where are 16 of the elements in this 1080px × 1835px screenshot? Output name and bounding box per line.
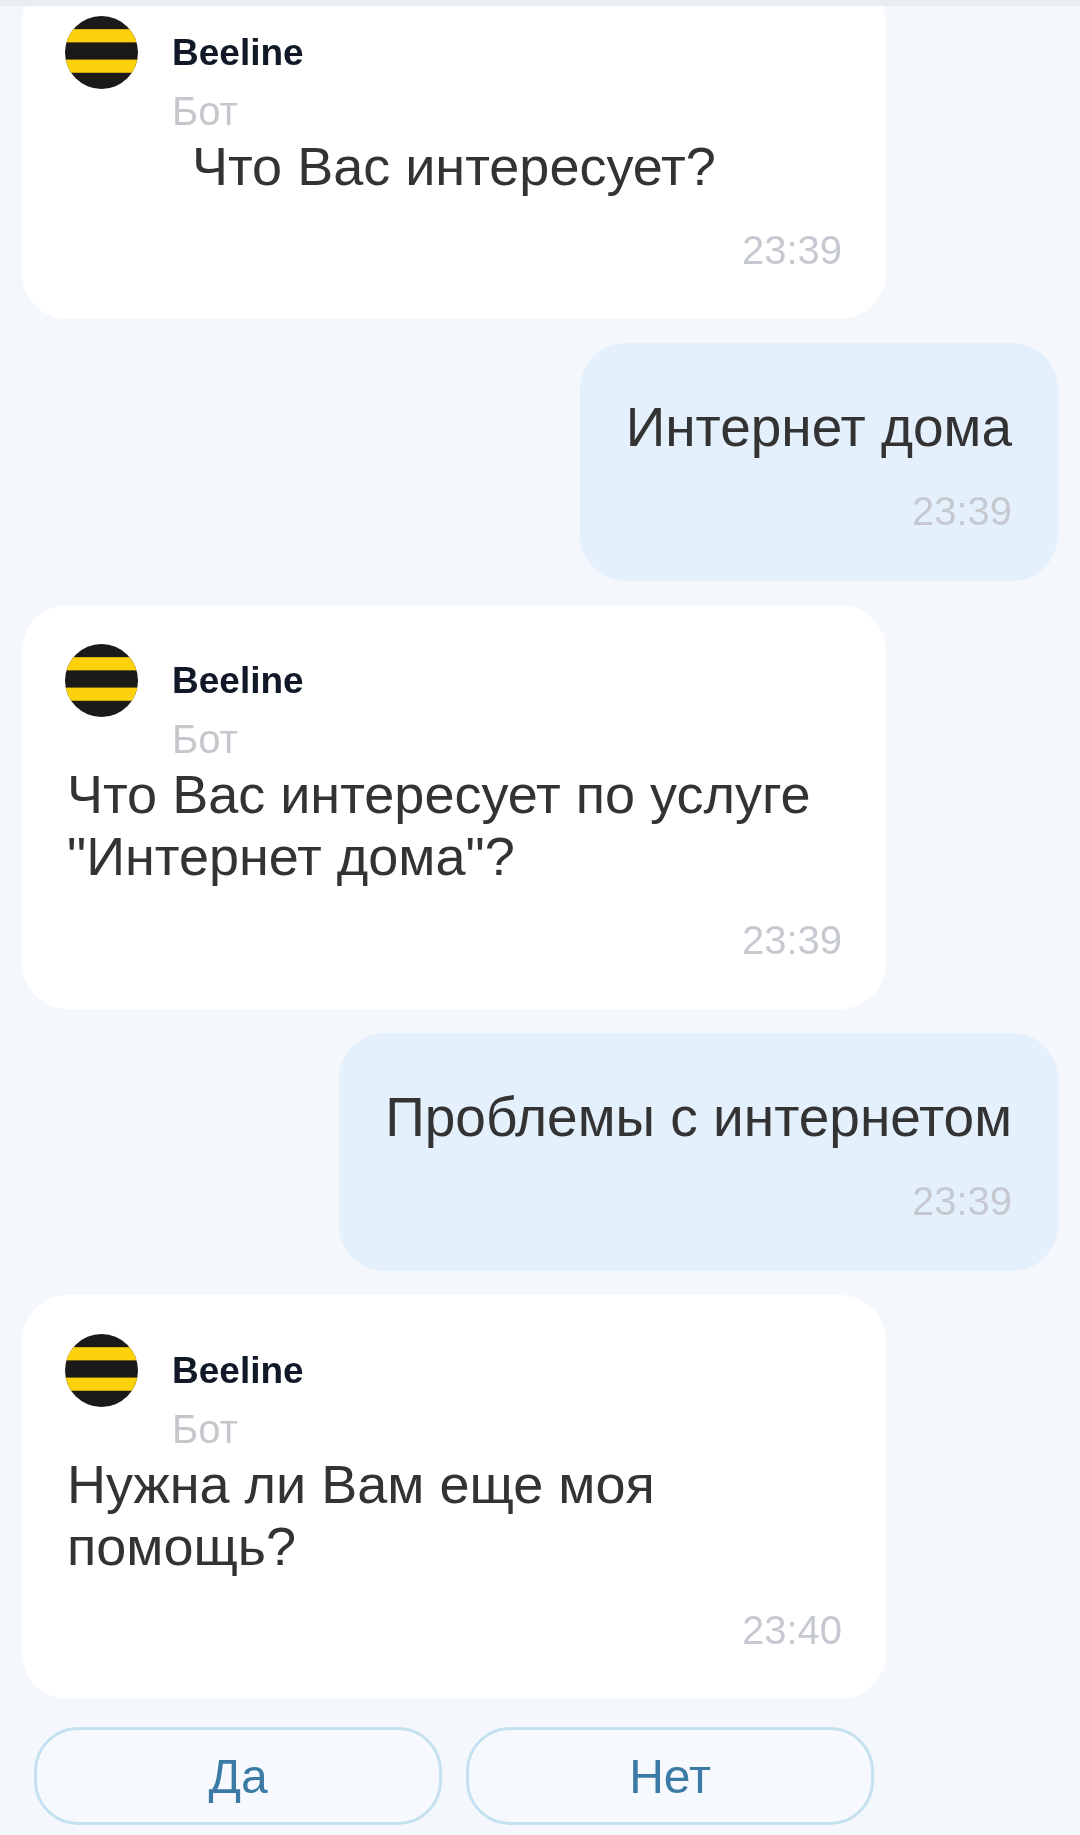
message-text: Интернет дома [625, 396, 1012, 458]
sender-role: Бот [172, 88, 239, 135]
message-text: Проблемы с интернетом [385, 1086, 1012, 1148]
sender-name: Beeline [172, 1349, 304, 1393]
message-text: Что Вас интересует? [192, 135, 717, 197]
message-time: 23:39 [741, 227, 842, 274]
sender-role: Бот [172, 716, 239, 763]
reply-button[interactable]: Нет [466, 1727, 874, 1825]
sender-role: Бот [172, 1406, 239, 1453]
sender-name: Beeline [172, 31, 304, 75]
message-time: 23:39 [741, 917, 842, 964]
message-time: 23:40 [741, 1607, 842, 1654]
message-text: Что Вас интересует по услуге "Интернет дома"? [67, 763, 812, 887]
sender-name: Beeline [172, 659, 304, 703]
reply-button[interactable]: Да [34, 1727, 442, 1825]
message-text: Нужна ли Вам еще моя помощь? [67, 1453, 656, 1577]
